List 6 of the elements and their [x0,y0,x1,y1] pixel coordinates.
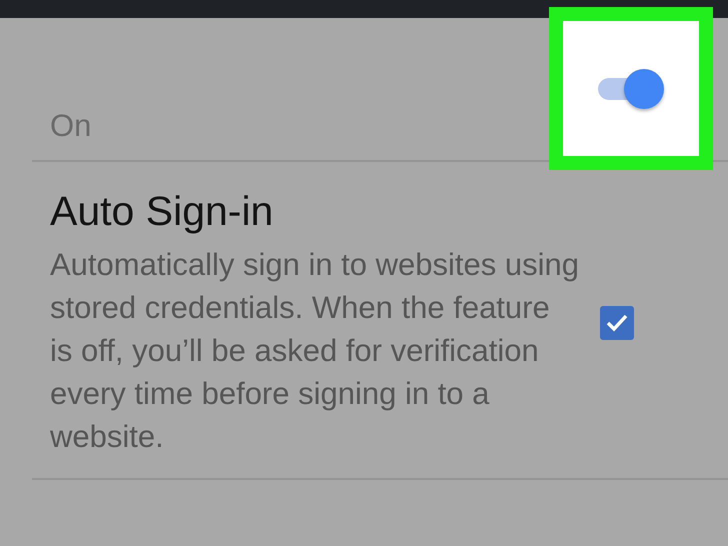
setting-title: Auto Sign-in [50,188,274,235]
checkmark-icon [606,314,628,332]
checkbox[interactable] [600,306,634,340]
switch-label: On [50,108,92,144]
setting-description: Automatically sign in to websites using stored credentials. When the feature is off, you’ll be asked for verification every time before signing in to a website. [50,246,580,456]
toggle-switch[interactable] [598,66,664,110]
